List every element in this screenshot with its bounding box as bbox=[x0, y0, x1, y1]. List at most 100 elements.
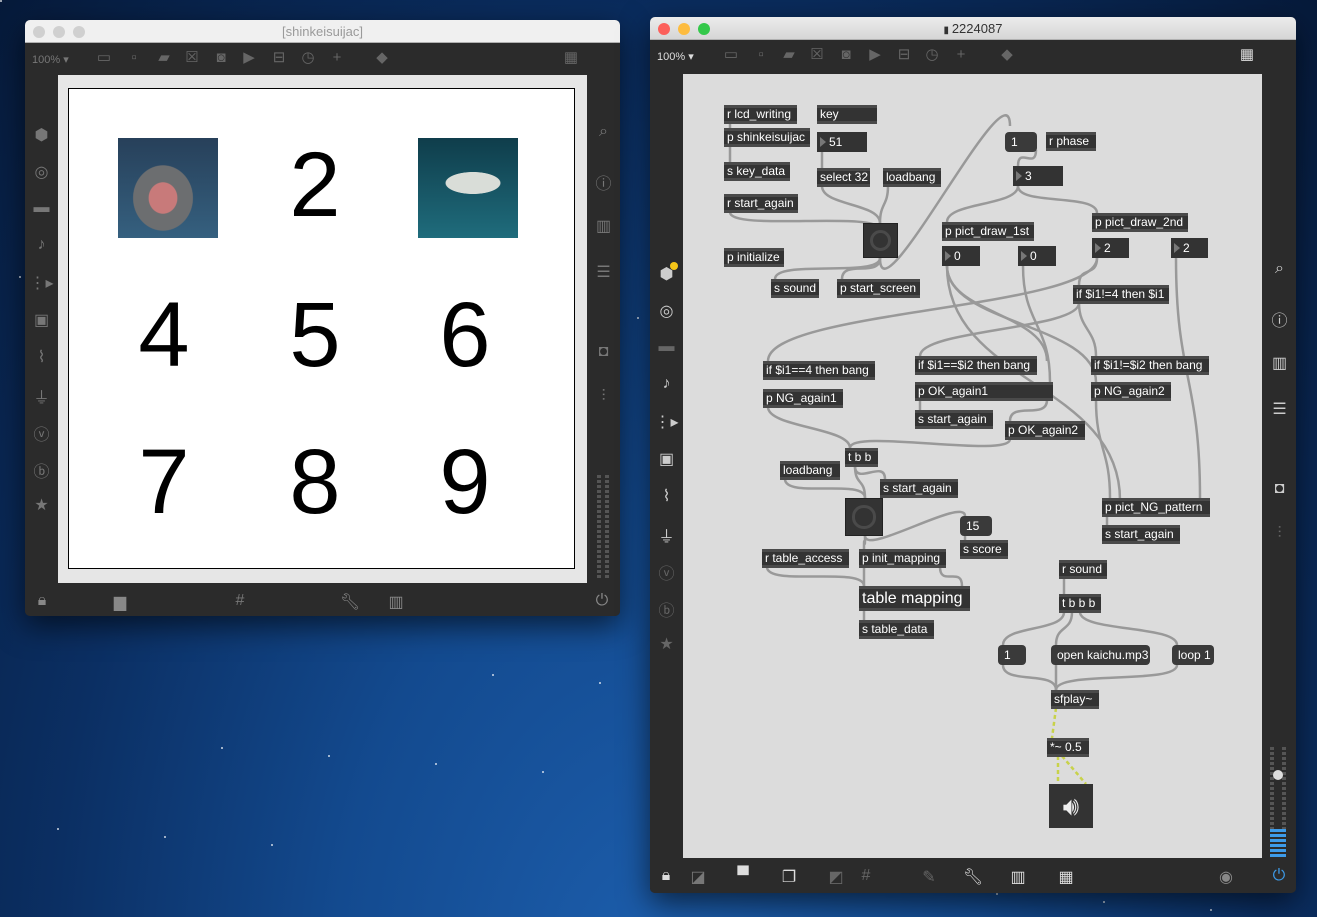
bus-icon[interactable]: ▬ bbox=[650, 338, 683, 356]
add-icon[interactable]: + bbox=[328, 49, 346, 67]
max-object[interactable]: t b b b bbox=[1059, 594, 1101, 613]
search-icon[interactable]: ⌕ bbox=[587, 123, 620, 141]
info-icon[interactable]: ⓘ bbox=[1263, 307, 1296, 331]
message-icon[interactable]: ▫ bbox=[125, 49, 143, 67]
cube-icon[interactable]: ⬢ bbox=[25, 125, 58, 145]
target-icon[interactable]: ◎ bbox=[25, 162, 58, 182]
cube-icon[interactable]: ⬢ bbox=[650, 262, 683, 284]
mixer-icon[interactable]: ⫶ bbox=[587, 388, 620, 406]
presentation-icon[interactable]: ▆ bbox=[109, 592, 131, 612]
max-object[interactable]: key bbox=[817, 105, 877, 124]
list-icon[interactable]: ☰ bbox=[587, 262, 620, 282]
max-object[interactable]: p pict_draw_2nd bbox=[1092, 213, 1188, 232]
debug-icon[interactable]: ✎ bbox=[918, 867, 940, 887]
book-icon[interactable]: ▥ bbox=[587, 216, 620, 236]
max-object[interactable]: if $i1==4 then bang bbox=[763, 361, 875, 380]
max-object[interactable]: s sound bbox=[771, 279, 819, 298]
zoom-menu[interactable]: 100% ▾ bbox=[32, 53, 69, 66]
music-note-icon[interactable]: ♪ bbox=[25, 236, 58, 254]
plug-icon[interactable]: ⏚ bbox=[25, 384, 58, 408]
number-box[interactable]: 51 bbox=[817, 132, 867, 152]
wrench-icon[interactable]: 🔧︎ bbox=[962, 867, 984, 887]
title-bar[interactable]: ▮ 2224087 bbox=[650, 17, 1296, 40]
message-box[interactable]: 1 bbox=[1005, 132, 1037, 152]
message-box[interactable]: loop 1 bbox=[1172, 645, 1214, 665]
toggle-icon[interactable]: ☒ bbox=[808, 46, 826, 64]
book-icon[interactable]: ▥ bbox=[1263, 353, 1296, 373]
paperclip-icon[interactable]: ⌇ bbox=[25, 347, 58, 367]
max-object[interactable]: s start_again bbox=[880, 479, 958, 498]
b-icon[interactable]: ⓑ bbox=[650, 597, 683, 621]
bang-button[interactable] bbox=[863, 223, 898, 258]
dial-icon[interactable]: ◷ bbox=[923, 46, 941, 64]
button-icon[interactable]: ◙ bbox=[212, 49, 230, 67]
max-object[interactable]: select 32 bbox=[817, 168, 870, 187]
zoom-menu[interactable]: 100% ▾ bbox=[657, 50, 694, 63]
zoom-button[interactable] bbox=[698, 23, 710, 35]
snap-icon[interactable]: ◩ bbox=[825, 867, 847, 887]
max-object[interactable]: if $i1==$i2 then bang bbox=[915, 356, 1037, 375]
max-object[interactable]: *~ 0.5 bbox=[1047, 738, 1089, 757]
keyboard-icon[interactable]: ▦ bbox=[1055, 867, 1077, 887]
play-icon[interactable]: ▶ bbox=[240, 49, 258, 67]
level-meter[interactable] bbox=[605, 475, 609, 580]
speaker-icon[interactable]: 🔊︎ bbox=[1049, 784, 1093, 828]
b-icon[interactable]: ⓑ bbox=[25, 458, 58, 482]
max-object[interactable]: s start_again bbox=[915, 410, 993, 429]
list-icon[interactable]: ☰ bbox=[1263, 399, 1296, 419]
max-object[interactable]: p pict_NG_pattern bbox=[1102, 498, 1210, 517]
bang-button[interactable] bbox=[845, 498, 883, 536]
max-object[interactable]: if $i1!=$i2 then bang bbox=[1091, 356, 1209, 375]
max-object[interactable]: s key_data bbox=[724, 162, 790, 181]
easel-icon[interactable]: ▀ bbox=[732, 867, 754, 885]
power-icon[interactable]: ⏻ bbox=[591, 592, 613, 610]
max-object[interactable]: p init_mapping bbox=[859, 549, 946, 568]
grid-toggle-icon[interactable]: # bbox=[229, 592, 251, 610]
max-object[interactable]: s start_again bbox=[1102, 525, 1180, 544]
piano-icon[interactable]: ▥ bbox=[1007, 867, 1029, 887]
grid-icon[interactable]: ▦ bbox=[1238, 46, 1256, 64]
minimize-button[interactable] bbox=[53, 26, 65, 38]
star-icon[interactable]: ★ bbox=[650, 634, 683, 654]
paperclip-icon[interactable]: ⌇ bbox=[650, 486, 683, 506]
zoom-button[interactable] bbox=[73, 26, 85, 38]
transport-icon[interactable]: ◉ bbox=[1215, 867, 1237, 887]
max-object[interactable]: if $i1!=4 then $i1 bbox=[1073, 285, 1169, 304]
max-object[interactable]: r phase bbox=[1046, 132, 1096, 151]
windows-icon[interactable]: ❐ bbox=[778, 867, 800, 887]
comment-icon[interactable]: ▰ bbox=[155, 49, 173, 67]
play-icon[interactable]: ▶ bbox=[866, 46, 884, 64]
max-object[interactable]: loadbang bbox=[883, 168, 941, 187]
target-icon[interactable]: ◎ bbox=[650, 301, 683, 321]
music-note-icon[interactable]: ♪ bbox=[650, 375, 683, 393]
lock-icon[interactable]: 🔒︎ bbox=[655, 867, 677, 885]
piano-icon[interactable]: ▥ bbox=[385, 592, 407, 612]
mixer-icon[interactable]: ⫶ bbox=[1263, 525, 1296, 543]
slider-icon[interactable]: ⊟ bbox=[895, 46, 913, 64]
max-object[interactable]: p NG_again2 bbox=[1091, 382, 1171, 401]
max-object[interactable]: s table_data bbox=[859, 620, 934, 639]
camera-icon[interactable]: ◘ bbox=[587, 343, 620, 361]
comment-icon[interactable]: ▰ bbox=[780, 46, 798, 64]
lcd-display[interactable]: 2 4 5 6 7 8 9 bbox=[68, 88, 575, 569]
number-box[interactable]: 3 bbox=[1013, 166, 1063, 186]
info-icon[interactable]: ⓘ bbox=[587, 170, 620, 194]
image-icon[interactable]: ▣ bbox=[650, 449, 683, 469]
max-object[interactable]: loadbang bbox=[780, 461, 840, 480]
message-box[interactable]: open kaichu.mp3 bbox=[1051, 645, 1150, 665]
power-icon[interactable]: ⏻ bbox=[1268, 867, 1290, 885]
number-box[interactable]: 2 bbox=[1171, 238, 1208, 258]
message-box[interactable]: 1 bbox=[998, 645, 1026, 665]
add-icon[interactable]: + bbox=[952, 46, 970, 64]
max-object[interactable]: p NG_again1 bbox=[763, 389, 843, 408]
lock-icon[interactable]: 🔒︎ bbox=[31, 592, 53, 610]
camera-icon[interactable]: ◘ bbox=[1263, 480, 1296, 498]
max-object[interactable]: t b b bbox=[845, 448, 878, 467]
max-object[interactable]: table mapping bbox=[859, 586, 970, 611]
max-object[interactable]: r table_access bbox=[762, 549, 849, 568]
paint-bucket-icon[interactable]: ◆ bbox=[998, 46, 1016, 64]
plug-icon[interactable]: ⏚ bbox=[650, 523, 683, 547]
grid-toggle-icon[interactable]: # bbox=[855, 867, 877, 885]
max-object[interactable]: r start_again bbox=[724, 194, 798, 213]
message-box[interactable]: 15 bbox=[960, 516, 992, 536]
